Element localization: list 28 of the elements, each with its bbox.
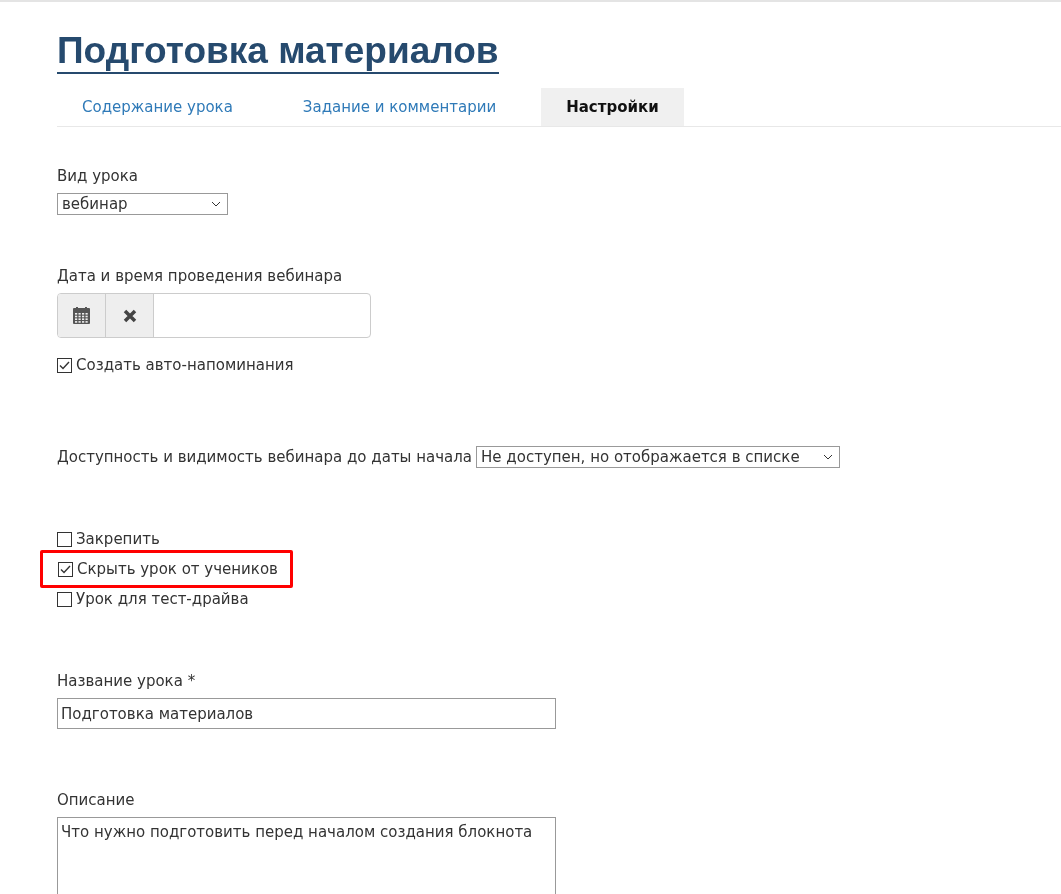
checkbox-label: Закрепить — [76, 530, 160, 548]
field-label: Вид урока — [57, 167, 139, 185]
calendar-button[interactable] — [58, 294, 106, 337]
caret-icon — [823, 454, 834, 460]
field-label: Описание — [57, 791, 136, 809]
caret-icon — [211, 201, 221, 207]
tab[interactable]: Настройки — [541, 88, 684, 126]
availability-select[interactable]: Не доступен, но отображается в списке — [476, 446, 841, 468]
lesson-type-select[interactable]: вебинар — [57, 193, 228, 215]
checkbox-label: Создать авто-напоминания — [76, 356, 294, 374]
date-field[interactable] — [57, 293, 371, 338]
tab[interactable]: Содержание урока — [57, 88, 258, 126]
field-label: Название урока * — [57, 672, 197, 690]
checkbox[interactable] — [57, 591, 72, 607]
page-title: Подготовка материалов — [57, 30, 499, 74]
close-icon — [122, 308, 137, 323]
field-label: Дата и время проведения вебинара — [57, 267, 344, 285]
checkbox[interactable] — [57, 357, 72, 373]
calendar-icon — [73, 307, 90, 324]
description-field[interactable]: Что нужно подготовить перед началом создания блокнота — [57, 817, 556, 894]
checkbox-label: Скрыть урок от учеников — [77, 560, 278, 578]
tab[interactable]: Задание и комментарии — [277, 88, 522, 126]
lesson-name-field[interactable]: Подготовка материалов — [57, 698, 556, 729]
field-label: Доступность и видимость вебинара до даты начала — [57, 448, 473, 466]
checkbox[interactable] — [57, 531, 72, 547]
checkbox[interactable] — [58, 561, 73, 577]
clear-button[interactable] — [106, 294, 154, 337]
checkbox-label: Урок для тест-драйва — [76, 590, 249, 608]
